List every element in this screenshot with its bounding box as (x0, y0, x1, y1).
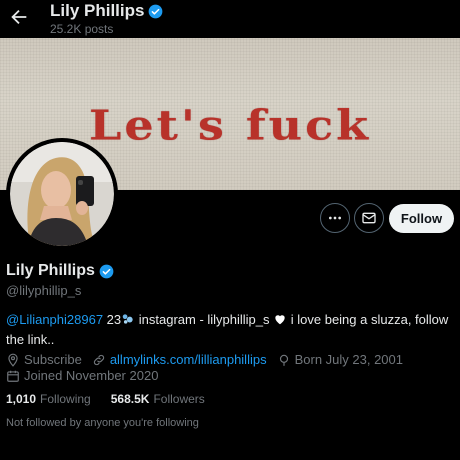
calendar-icon (7, 370, 19, 382)
verified-badge-icon (99, 264, 114, 278)
bio-text: 23 (103, 312, 122, 327)
location-icon (8, 353, 18, 367)
sparkles-icon (121, 312, 135, 331)
joined-item: Joined November 2020 (6, 368, 158, 383)
followers-label: Followers (153, 392, 205, 406)
birthday-icon (279, 354, 288, 366)
follow-button[interactable]: Follow (389, 204, 454, 233)
link-icon (93, 354, 104, 365)
birthday-label: Born July 23, 2001 (294, 352, 403, 367)
message-button[interactable] (354, 203, 384, 233)
verified-badge-icon (149, 4, 163, 18)
header-name: Lily Phillips (50, 1, 145, 20)
more-button[interactable] (320, 203, 350, 233)
profile-handle: @lilyphillip_s (6, 283, 82, 298)
more-icon (329, 216, 341, 220)
profile-name-row: Lily Phillips (6, 262, 114, 280)
profile-bio: @Lilianphi28967 23 instagram - lilyphill… (6, 311, 454, 349)
bio-mention-link[interactable]: @Lilianphi28967 (6, 312, 103, 327)
top-bar: Lily Phillips 25.2K posts (0, 0, 460, 38)
website-item[interactable]: allmylinks.com/lillianphillips (92, 352, 267, 367)
following-count: 1,010 (6, 392, 37, 406)
posts-count: 25.2K posts (50, 22, 114, 36)
birthday-item: Born July 23, 2001 (277, 352, 403, 367)
website-link[interactable]: allmylinks.com/lillianphillips (110, 352, 267, 367)
profile-meta-row-1: Subscribe allmylinks.com/lillianphillips… (6, 352, 413, 367)
mail-icon (362, 212, 376, 224)
bio-text: instagram - lilyphillip_s (135, 312, 274, 327)
heart-icon (273, 312, 287, 331)
subscribe-item[interactable]: Subscribe (6, 352, 82, 367)
following-stat[interactable]: 1,010 Following (6, 392, 91, 406)
follow-stats: 1,010 Following 568.5K Followers (6, 392, 225, 406)
following-label: Following (40, 392, 91, 406)
followers-count: 568.5K (110, 392, 150, 406)
followers-stat[interactable]: 568.5K Followers (111, 392, 205, 406)
joined-label: Joined November 2020 (24, 368, 159, 383)
back-arrow-icon[interactable] (8, 6, 30, 28)
subscribe-label: Subscribe (24, 352, 82, 367)
profile-name: Lily Phillips (6, 262, 95, 279)
header-title-row: Lily Phillips (50, 1, 163, 21)
profile-meta-row-2: Joined November 2020 (6, 368, 168, 383)
avatar[interactable] (6, 138, 118, 250)
not-followed-notice: Not followed by anyone you're following (6, 417, 199, 429)
